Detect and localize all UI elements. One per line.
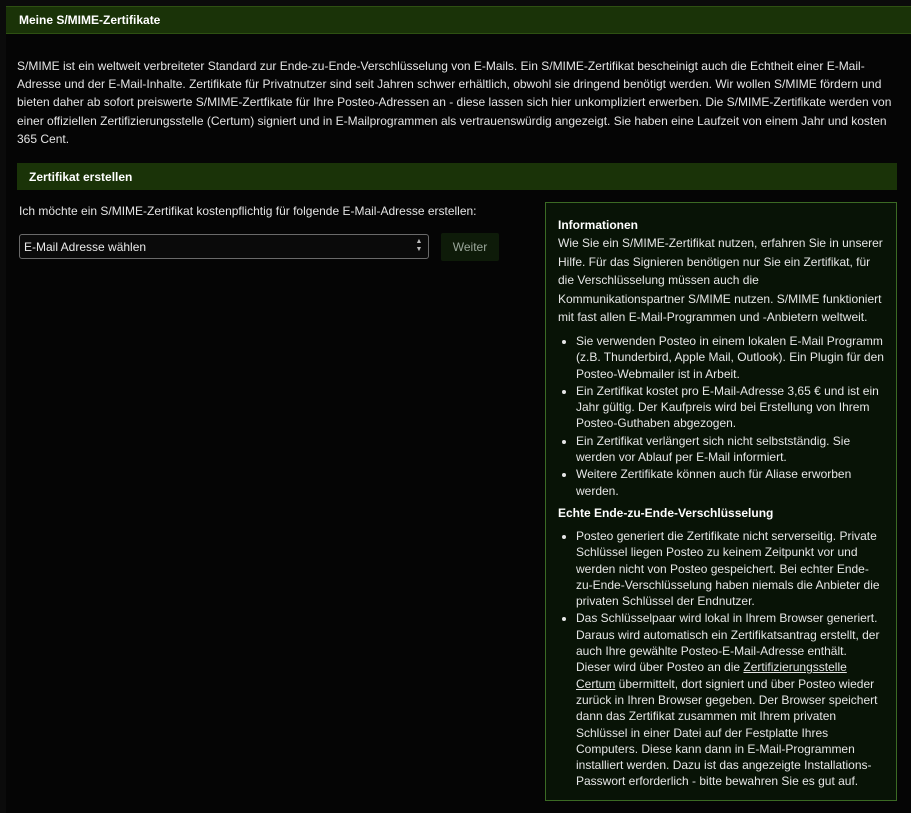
- e2e-title: Echte Ende-zu-Ende-Verschlüsselung: [558, 505, 774, 520]
- info-title: Informationen: [558, 218, 638, 232]
- e2e-list-item: Das Schlüsselpaar wird lokal in Ihrem Br…: [576, 610, 884, 789]
- info-list-item: Weitere Zertifikate können auch für Alia…: [576, 466, 884, 499]
- page-frame: Meine S/MIME-Zertifikate S/MIME ist ein …: [6, 6, 911, 813]
- email-address-select[interactable]: E-Mail Adresse wählen ▲ ▼: [19, 234, 429, 259]
- select-arrows-icon: ▲ ▼: [415, 238, 423, 253]
- intro-paragraph: S/MIME ist ein weltweit verbreiteter Sta…: [17, 59, 892, 146]
- page-title: Meine S/MIME-Zertifikate: [6, 6, 911, 34]
- section-title-create-certificate: Zertifikat erstellen: [17, 163, 897, 190]
- info-list-item: Ein Zertifikat verlängert sich nicht sel…: [576, 433, 884, 466]
- info-panel: Informationen Wie Sie ein S/MIME-Zertifi…: [545, 202, 897, 801]
- info-intro-text: Wie Sie ein S/MIME-Zertifikat nutzen, er…: [558, 236, 883, 325]
- info-list-item: Ein Zertifikat kostet pro E-Mail-Adresse…: [576, 383, 884, 432]
- info-list: Sie verwenden Posteo in einem lokalen E-…: [558, 333, 884, 499]
- create-prompt-text: Ich möchte ein S/MIME-Zertifikat kostenp…: [19, 204, 477, 218]
- e2e-item2-text-after: übermittelt, dort signiert und über Post…: [576, 676, 878, 789]
- email-address-select-value: E-Mail Adresse wählen: [24, 239, 147, 254]
- next-button[interactable]: Weiter: [441, 233, 499, 261]
- info-list-item: Sie verwenden Posteo in einem lokalen E-…: [576, 333, 884, 382]
- e2e-list-item: Posteo generiert die Zertifikate nicht s…: [576, 528, 884, 609]
- e2e-list: Posteo generiert die Zertifikate nicht s…: [558, 528, 884, 790]
